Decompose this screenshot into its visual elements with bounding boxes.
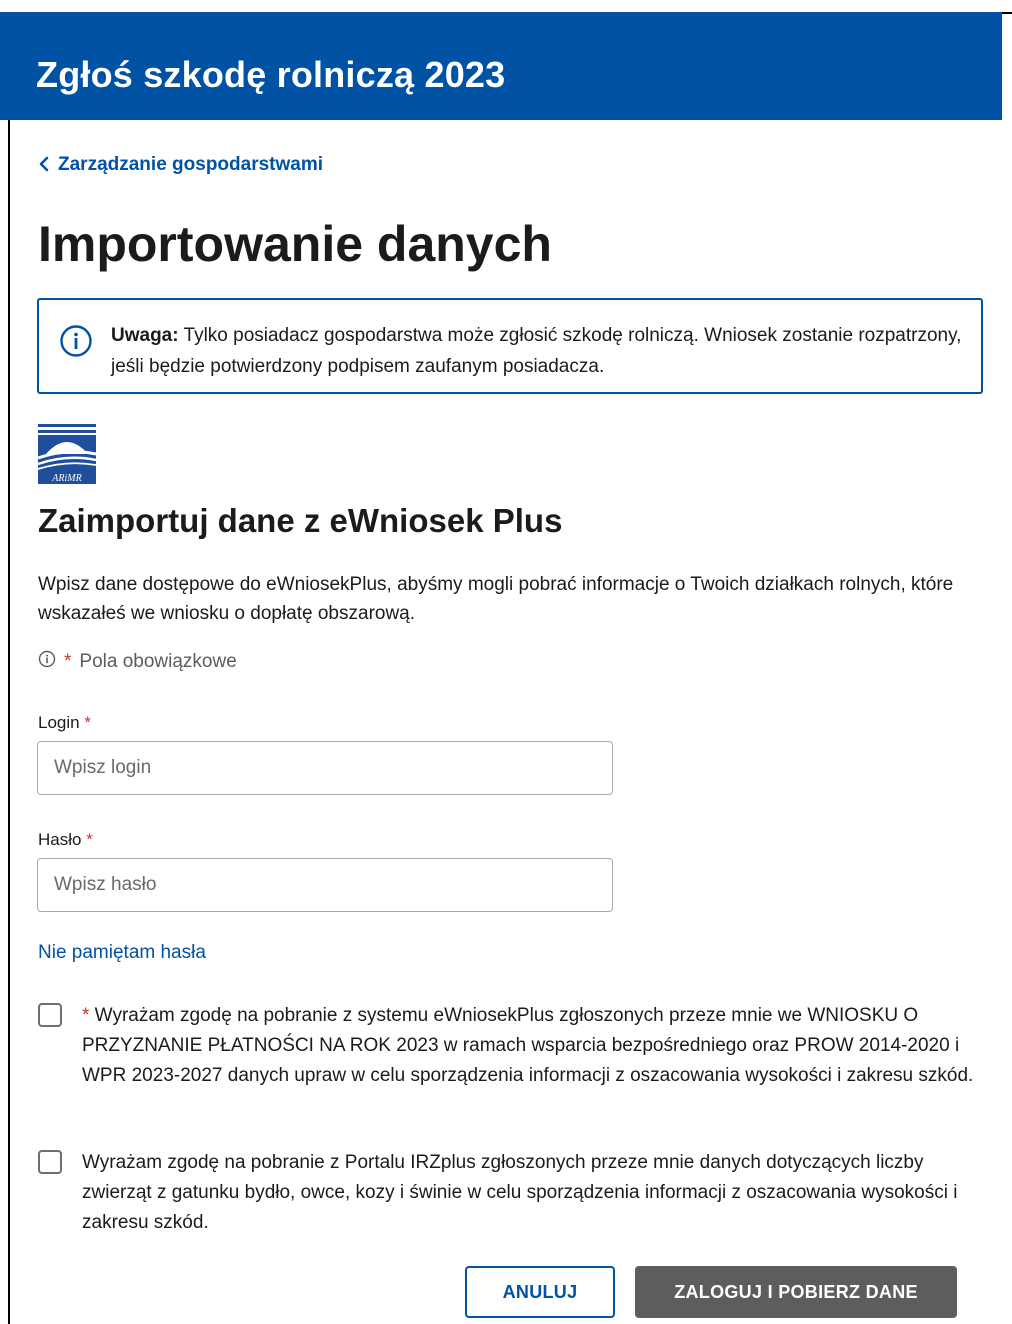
required-star: * <box>64 651 72 672</box>
app-title: Zgłoś szkodę rolniczą 2023 <box>36 54 506 95</box>
back-link-label: Zarządzanie gospodarstwami <box>58 154 324 175</box>
chevron-left-icon <box>38 156 50 175</box>
consent-irzplus-text: Wyrażam zgodę na pobranie z Portalu IRZp… <box>82 1148 988 1238</box>
required-fields-note: * Pola obowiązkowe <box>38 650 237 674</box>
back-link[interactable]: Zarządzanie gospodarstwami <box>38 154 323 176</box>
consent-ewniosek: * Wyrażam zgodę na pobranie z systemu eW… <box>38 1001 988 1121</box>
page-title: Importowanie danych <box>38 216 552 272</box>
consent-ewniosek-label: Wyrażam zgodę na pobranie z systemu eWni… <box>82 1005 974 1086</box>
login-label-text: Login <box>38 713 80 732</box>
cancel-button[interactable]: ANULUJ <box>465 1266 615 1318</box>
app-header: Zgłoś szkodę rolniczą 2023 <box>0 12 1002 120</box>
login-required-star: * <box>84 713 91 732</box>
login-label: Login * <box>38 713 91 733</box>
login-input[interactable] <box>37 741 613 795</box>
consent-ewniosek-text: * Wyrażam zgodę na pobranie z systemu eW… <box>82 1001 988 1091</box>
alert-text: Uwaga: Tylko posiadacz gospodarstwa może… <box>111 320 971 382</box>
section-title: Zaimportuj dane z eWniosek Plus <box>38 502 563 539</box>
info-alert: Uwaga: Tylko posiadacz gospodarstwa może… <box>37 298 983 394</box>
password-label-text: Hasło <box>38 830 82 849</box>
password-required-star: * <box>86 830 93 849</box>
forgot-password-link[interactable]: Nie pamiętam hasła <box>38 942 206 964</box>
consent-irzplus-label: Wyrażam zgodę na pobranie z Portalu IRZp… <box>82 1152 958 1233</box>
section-description: Wpisz dane dostępowe do eWniosekPlus, ab… <box>38 574 954 624</box>
password-label: Hasło * <box>38 830 93 850</box>
login-and-fetch-button[interactable]: ZALOGUJ I POBIERZ DANE <box>635 1266 957 1318</box>
info-circle-icon <box>59 324 93 363</box>
logo-text: ARiMR <box>51 473 81 484</box>
required-note-text: Pola obowiązkowe <box>79 651 237 672</box>
info-small-icon <box>38 650 56 674</box>
alert-message: Tylko posiadacz gospodarstwa może zgłosi… <box>111 325 962 377</box>
password-input[interactable] <box>37 858 613 912</box>
alert-strong: Uwaga: <box>111 325 179 346</box>
consent-irzplus-checkbox[interactable] <box>38 1150 62 1174</box>
arimr-logo: ARiMR <box>37 424 97 484</box>
consent-ewniosek-checkbox[interactable] <box>38 1003 62 1027</box>
consent-irzplus: Wyrażam zgodę na pobranie z Portalu IRZp… <box>38 1148 988 1238</box>
